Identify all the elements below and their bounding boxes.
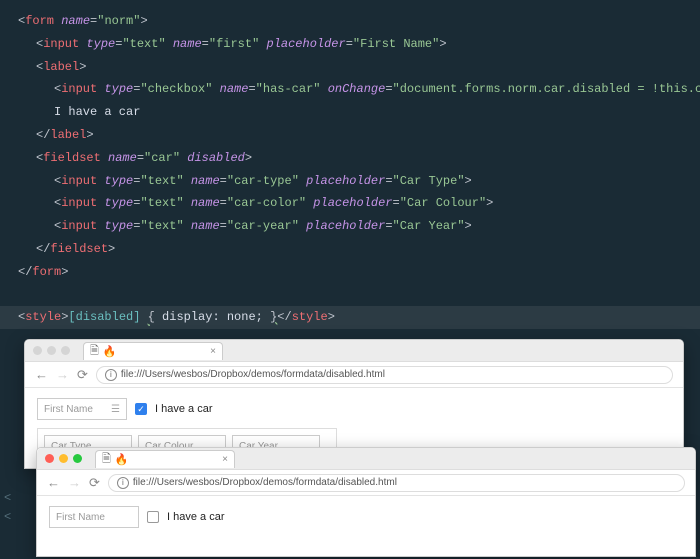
address-bar: ← → ⟳ i file:///Users/wesbos/Dropbox/dem… (25, 362, 683, 388)
forward-icon[interactable]: → (56, 367, 69, 382)
info-icon: i (117, 477, 129, 489)
traffic-light-close[interactable] (33, 346, 42, 355)
tab-bar: 🗎 🔥 × (25, 340, 683, 362)
first-name-input[interactable]: First Name☰ (37, 398, 127, 420)
code-line: <input type="text" name="first" placehol… (18, 33, 682, 56)
page-content: First Name I have a car (37, 496, 695, 538)
checkbox-label: I have a car (167, 511, 224, 523)
code-editor: <form name="norm"> <input type="text" na… (0, 0, 700, 339)
code-line: <label> (18, 56, 682, 79)
browser-preview-area: 🗎 🔥 × ← → ⟳ i file:///Users/wesbos/Dropb… (0, 339, 700, 559)
traffic-light-min[interactable] (59, 454, 68, 463)
tab-title: 🔥 (103, 345, 117, 358)
traffic-light-close[interactable] (45, 454, 54, 463)
first-name-input[interactable]: First Name (49, 506, 139, 528)
code-line: <fieldset name="car" disabled> (18, 147, 682, 170)
reload-icon[interactable]: ⟳ (89, 475, 100, 491)
code-line: </form> (18, 261, 682, 284)
file-icon: 🗎 (90, 342, 99, 361)
input-suffix-icon: ☰ (111, 404, 120, 415)
code-line: <input type="text" name="car-type" place… (18, 170, 682, 193)
forward-icon[interactable]: → (68, 475, 81, 490)
has-car-checkbox[interactable]: ✓ (135, 403, 147, 415)
back-icon[interactable]: ← (35, 367, 48, 382)
address-bar: ← → ⟳ i file:///Users/wesbos/Dropbox/dem… (37, 470, 695, 496)
reload-icon[interactable]: ⟳ (77, 367, 88, 383)
url-field[interactable]: i file:///Users/wesbos/Dropbox/demos/for… (108, 474, 685, 492)
browser-window-unchecked: 🗎 🔥 × ← → ⟳ i file:///Users/wesbos/Dropb… (36, 447, 696, 557)
code-line-highlighted: <style>[disabled] { display: none; }</st… (18, 310, 335, 324)
traffic-light-max[interactable] (73, 454, 82, 463)
code-line: <form name="norm"> (18, 10, 682, 33)
back-icon[interactable]: ← (47, 475, 60, 490)
code-line (18, 284, 682, 307)
traffic-light-min[interactable] (47, 346, 56, 355)
close-tab-icon[interactable]: × (210, 346, 216, 357)
traffic-light-max[interactable] (61, 346, 70, 355)
close-tab-icon[interactable]: × (222, 454, 228, 465)
info-icon: i (105, 369, 117, 381)
code-line: I have a car (18, 101, 682, 124)
url-field[interactable]: i file:///Users/wesbos/Dropbox/demos/for… (96, 366, 673, 384)
file-icon: 🗎 (102, 450, 111, 469)
code-line: <input type="checkbox" name="has-car" on… (18, 78, 682, 101)
gutter-indicators: << (4, 489, 11, 527)
tab-title: 🔥 (115, 453, 129, 466)
code-line: <input type="text" name="car-year" place… (18, 215, 682, 238)
has-car-checkbox[interactable] (147, 511, 159, 523)
browser-tab[interactable]: 🗎 🔥 × (83, 342, 223, 360)
browser-tab[interactable]: 🗎 🔥 × (95, 450, 235, 468)
checkbox-label: I have a car (155, 403, 212, 415)
url-text: file:///Users/wesbos/Dropbox/demos/formd… (133, 477, 397, 488)
url-text: file:///Users/wesbos/Dropbox/demos/formd… (121, 369, 385, 380)
code-line: </label> (18, 124, 682, 147)
code-line: </fieldset> (18, 238, 682, 261)
code-line: <input type="text" name="car-color" plac… (18, 192, 682, 215)
tab-bar: 🗎 🔥 × (37, 448, 695, 470)
